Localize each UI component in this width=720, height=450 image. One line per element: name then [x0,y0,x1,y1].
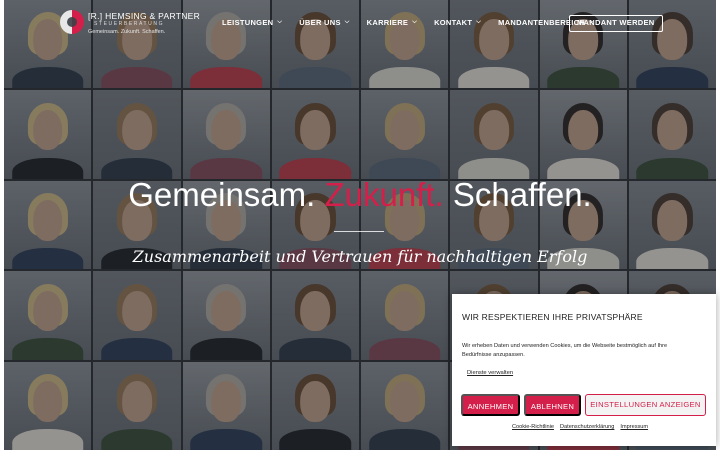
chevron-down-icon: ⌵ [277,19,283,25]
cookie-footer-links: Cookie-Richtlinie Datenschutzerklärung I… [512,424,648,430]
cookie-policy-link[interactable]: Cookie-Richtlinie [512,424,554,430]
nav-item-label: ÜBER UNS [299,18,341,27]
chevron-down-icon: ⌵ [412,19,418,25]
logo-subtitle: STEUERBERATUNG [94,21,165,27]
show-settings-button[interactable]: EINSTELLUNGEN ANZEIGEN [585,394,706,416]
chevron-down-icon: ⌵ [476,19,482,25]
deny-cookies-button[interactable]: ABLEHNEN [524,394,581,416]
nav-item-label: LEISTUNGEN [222,18,274,27]
manage-services-link[interactable]: Dienste verwalten [467,370,513,376]
nav-item-karriere[interactable]: KARRIERE ⌵ [367,18,417,27]
nav-item-leistungen[interactable]: LEISTUNGEN ⌵ [222,18,282,27]
hero-subline: Zusammenarbeit und Vertrauen für nachhal… [132,247,588,266]
hero-divider [334,231,384,232]
headline-accent: Zukunft. [324,176,444,213]
cookie-title: WIR RESPEKTIEREN IHRE PRIVATSPHÄRE [462,312,643,322]
logo-mark-icon [60,10,84,34]
imprint-link[interactable]: Impressum [620,424,648,430]
site-logo[interactable]: [R.] HEMSING & PARTNER STEUERBERATUNG Ge… [60,8,200,38]
cookie-text: Wir erheben Daten und verwenden Cookies,… [462,343,668,358]
accept-cookies-button[interactable]: ANNEHMEN [461,394,520,416]
mandant-werden-button[interactable]: MANDANT WERDEN [569,15,663,32]
headline-part-2: Schaffen. [452,176,592,213]
nav-item-kontakt[interactable]: KONTAKT ⌵ [434,18,481,27]
nav-item-label: KONTAKT [434,18,473,27]
site-header: [R.] HEMSING & PARTNER STEUERBERATUNG Ge… [4,0,716,48]
cookie-consent-banner: WIR RESPEKTIEREN IHRE PRIVATSPHÄRE Wir e… [452,294,716,446]
hero-headline: Gemeinsam. Zukunft. Schaffen. [0,176,720,214]
nav-item-ueber-uns[interactable]: ÜBER UNS ⌵ [299,18,349,27]
main-navigation: LEISTUNGEN ⌵ ÜBER UNS ⌵ KARRIERE ⌵ KONTA… [222,18,611,27]
privacy-policy-link[interactable]: Datenschutzerklärung [560,424,614,430]
logo-name: [R.] HEMSING & PARTNER [88,11,201,21]
nav-item-label: KARRIERE [366,18,409,27]
chevron-down-icon: ⌵ [344,19,350,25]
logo-tagline: Gemeinsam. Zukunft. Schaffen. [88,29,166,35]
headline-part-1: Gemeinsam. [128,176,316,213]
